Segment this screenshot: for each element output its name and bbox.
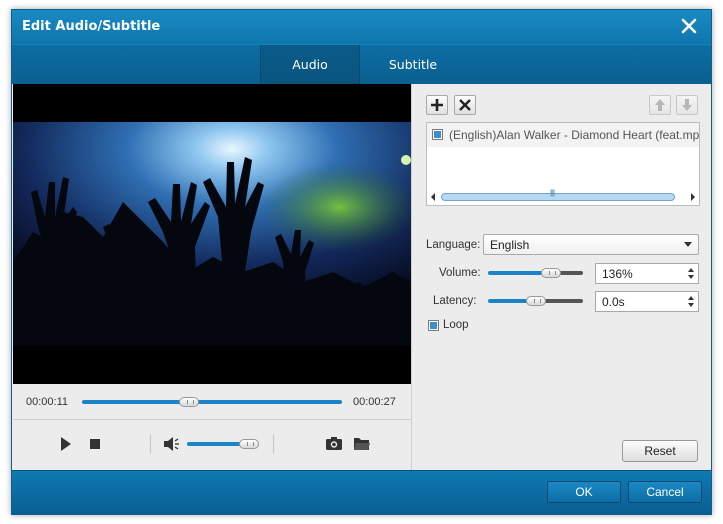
volume-value: 136% (602, 267, 633, 281)
latency-value: 0.0s (602, 295, 625, 309)
audio-settings-panel: (English)Alan Walker - Diamond Heart (fe… (411, 84, 711, 470)
language-label: Language: (426, 239, 481, 251)
folder-icon[interactable] (353, 436, 371, 454)
audio-volume-track[interactable] (488, 271, 583, 275)
language-select[interactable]: English (483, 234, 699, 255)
close-icon[interactable] (679, 16, 699, 36)
spin-arrows-icon[interactable] (687, 294, 695, 309)
speaker-icon[interactable] (163, 436, 181, 455)
add-audio-button[interactable] (426, 95, 448, 115)
scroll-left-icon[interactable] (429, 192, 437, 202)
volume-slider-handle[interactable] (238, 439, 259, 449)
horizontal-scrollbar[interactable] (429, 190, 697, 202)
seek-bar-row: 00:00:11 00:00:27 (13, 384, 411, 420)
audio-track-list: (English)Alan Walker - Diamond Heart (fe… (426, 122, 700, 206)
move-up-button[interactable] (649, 95, 671, 115)
remove-audio-button[interactable] (454, 95, 476, 115)
x-icon (459, 99, 471, 111)
spin-arrows-icon[interactable] (687, 266, 695, 281)
tab-bar: Audio Subtitle (12, 44, 711, 84)
title-bar: Edit Audio/Subtitle (12, 10, 711, 44)
seek-track[interactable] (82, 400, 342, 404)
tab-audio[interactable]: Audio (260, 45, 360, 84)
total-time: 00:00:27 (353, 396, 396, 408)
current-time: 00:00:11 (26, 396, 69, 408)
reset-button[interactable]: Reset (622, 440, 698, 462)
camera-icon[interactable] (325, 436, 343, 454)
playback-controls (13, 420, 411, 470)
latency-label: Latency: (433, 295, 477, 307)
scrollbar-thumb[interactable] (441, 190, 675, 201)
divider (150, 434, 151, 454)
play-icon[interactable] (60, 436, 72, 455)
video-preview (13, 84, 411, 384)
volume-spinbox[interactable]: 136% (595, 263, 699, 284)
language-value: English (490, 238, 530, 252)
cancel-button[interactable]: Cancel (628, 481, 702, 503)
move-down-button[interactable] (676, 95, 698, 115)
tab-subtitle[interactable]: Subtitle (363, 45, 463, 84)
volume-label: Volume: (439, 267, 481, 279)
loop-label: Loop (443, 319, 469, 331)
seek-slider-handle[interactable] (178, 397, 199, 407)
audio-volume-slider-handle[interactable] (540, 268, 561, 278)
track-checkbox[interactable] (432, 129, 443, 140)
dialog-title: Edit Audio/Subtitle (22, 19, 161, 34)
footer-bar: OK Cancel (12, 470, 711, 514)
arrow-down-icon (682, 99, 692, 111)
concert-scene-image (13, 122, 411, 346)
latency-slider-handle[interactable] (525, 296, 546, 306)
loop-checkbox[interactable] (428, 320, 439, 331)
chevron-down-icon (684, 242, 692, 247)
stop-icon[interactable] (90, 439, 100, 449)
edit-audio-subtitle-dialog: Edit Audio/Subtitle Audio Subtitle 00:00… (11, 9, 712, 515)
divider (273, 434, 274, 454)
plus-icon (431, 99, 443, 111)
latency-spinbox[interactable]: 0.0s (595, 291, 699, 312)
list-item[interactable]: (English)Alan Walker - Diamond Heart (fe… (427, 123, 699, 147)
arrow-up-icon (655, 99, 665, 111)
ok-button[interactable]: OK (547, 481, 621, 503)
track-label: (English)Alan Walker - Diamond Heart (fe… (449, 128, 700, 142)
scroll-right-icon[interactable] (689, 192, 697, 202)
